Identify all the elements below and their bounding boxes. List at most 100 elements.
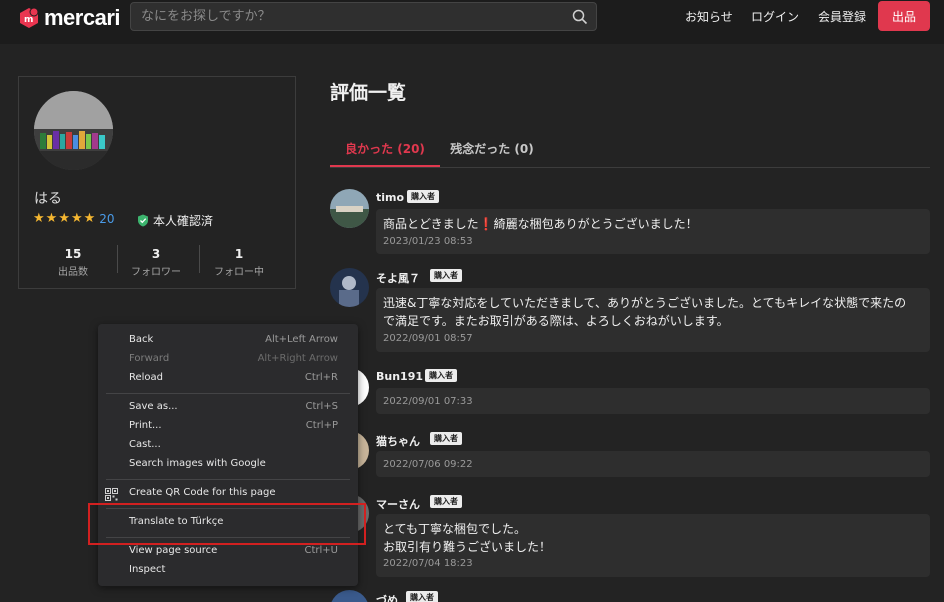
stat-divider (117, 245, 118, 273)
review-text: 商品とどきました❗綺麗な梱包ありがとうございました！ (383, 215, 923, 233)
review-text-line: お取引有り難うございました！ (383, 540, 552, 554)
review-text: とても丁寧な梱包でした。 お取引有り難うございました！ (383, 520, 923, 556)
reviewer-avatar[interactable] (330, 590, 369, 602)
menu-item-label: Back (129, 334, 154, 345)
search-icon[interactable] (572, 9, 588, 25)
review-text-line: 迅速&丁寧な対応をしていただきまして、ありがとうございました。とてもキレイな状態… (383, 296, 907, 310)
menu-separator (106, 537, 350, 538)
tab-good-reviews[interactable]: 良かった (20) (330, 132, 440, 167)
svg-text:m: m (24, 15, 33, 25)
menu-item-forward[interactable]: Forward Alt+Right Arrow (98, 351, 358, 370)
menu-item-create-qr[interactable]: Create QR Code for this page (98, 485, 358, 504)
menu-item-print[interactable]: Print... Ctrl+P (98, 418, 358, 437)
search-box[interactable] (130, 2, 597, 31)
menu-item-label: View page source (129, 545, 218, 556)
menu-item-save-as[interactable]: Save as... Ctrl+S (98, 399, 358, 418)
star-icon: ★ (33, 211, 45, 226)
review-date: 2023/01/23 08:53 (383, 236, 473, 247)
buyer-badge: 購入者 (406, 591, 438, 602)
reviewer-avatar[interactable] (330, 268, 369, 307)
review-bubble: 2022/07/06 09:22 (376, 451, 930, 477)
menu-item-shortcut: Ctrl+U (304, 545, 339, 556)
shop-name: はる (34, 191, 62, 207)
reviewer-name[interactable]: づめ (376, 592, 398, 602)
notifications-link[interactable]: お知らせ (685, 8, 733, 25)
review-item: そよ風７ 購入者 迅速&丁寧な対応をしていただきまして、ありがとうございました。… (330, 268, 930, 352)
sell-button[interactable]: 出品 (878, 1, 930, 31)
stat-following[interactable]: 1 フォロー中 (204, 247, 274, 278)
rating-count[interactable]: 20 (99, 212, 114, 226)
star-icon: ★ (83, 211, 96, 226)
reviewer-name[interactable]: timo (376, 191, 404, 204)
review-text: 迅速&丁寧な対応をしていただきまして、ありがとうございました。とてもキレイな状態… (383, 294, 923, 330)
review-text-part: 商品とどきました (383, 217, 479, 231)
review-bubble: 2022/09/01 07:33 (376, 388, 930, 414)
review-item: timo 購入者 商品とどきました❗綺麗な梱包ありがとうございました！ 2023… (330, 189, 930, 254)
tab-bad-reviews[interactable]: 残念だった (0) (442, 132, 542, 167)
menu-item-inspect[interactable]: Inspect (98, 562, 358, 581)
menu-item-label: Print... (129, 420, 162, 431)
reviewer-name[interactable]: マーさん (376, 496, 420, 512)
stat-listings[interactable]: 15 出品数 (38, 247, 108, 278)
mercari-logo[interactable]: m mercari (18, 5, 121, 30)
reviewer-name[interactable]: そよ風７ (376, 270, 420, 286)
buyer-badge: 購入者 (425, 369, 457, 382)
star-icon: ★ (45, 211, 58, 226)
menu-item-translate[interactable]: Translate to Türkçe (98, 514, 358, 533)
exclamation-mark: ❗ (478, 217, 494, 231)
review-tabs: 良かった (20) 残念だった (0) (330, 132, 930, 168)
menu-item-search-images[interactable]: Search images with Google (98, 456, 358, 475)
rating-stars[interactable]: ★ ★ ★ ★ ★ 20 (33, 211, 115, 226)
shield-check-icon (138, 214, 148, 227)
review-date: 2022/07/04 18:23 (383, 558, 473, 569)
login-link[interactable]: ログイン (751, 8, 799, 25)
menu-item-label: Reload (129, 372, 164, 383)
stat-label: 出品数 (58, 267, 88, 278)
review-date: 2022/09/01 07:33 (383, 396, 473, 407)
stat-value: 1 (234, 247, 244, 261)
menu-item-label: Cast... (129, 439, 161, 450)
stat-value: 15 (64, 247, 82, 261)
top-header: m mercari お知らせ ログイン 会員登録 出品 (0, 0, 944, 44)
stat-divider (199, 245, 200, 273)
logo-text: mercari (44, 5, 121, 30)
stat-label: フォロー中 (214, 267, 264, 278)
menu-item-shortcut: Ctrl+S (305, 401, 338, 412)
menu-item-view-source[interactable]: View page source Ctrl+U (98, 543, 358, 562)
search-input[interactable] (141, 3, 561, 30)
reviewer-name[interactable]: 猫ちゃん (376, 433, 420, 449)
reviewer-avatar[interactable] (330, 189, 369, 228)
buyer-badge: 購入者 (430, 269, 462, 282)
verified-badge: 本人確認済 (137, 212, 213, 229)
review-text-part: 綺麗な梱包ありがとうございました！ (493, 217, 698, 231)
qr-code-icon (105, 488, 118, 501)
buyer-badge: 購入者 (430, 432, 462, 445)
menu-item-label: Save as... (129, 401, 178, 412)
avatar[interactable] (34, 91, 113, 170)
reviewer-name[interactable]: Bun191 (376, 370, 423, 383)
menu-item-shortcut: Alt+Left Arrow (265, 334, 338, 345)
review-item: 猫ちゃん 購入者 2022/07/06 09:22 (330, 431, 930, 477)
menu-item-label: Search images with Google (129, 458, 266, 469)
buyer-badge: 購入者 (430, 495, 462, 508)
avatar-photo-icon (34, 91, 113, 170)
menu-separator (106, 393, 350, 394)
menu-item-label: Forward (129, 353, 170, 364)
menu-separator (106, 508, 350, 509)
menu-item-back[interactable]: Back Alt+Left Arrow (98, 332, 358, 351)
menu-item-cast[interactable]: Cast... (98, 437, 358, 456)
context-menu: Back Alt+Left Arrow Forward Alt+Right Ar… (98, 324, 358, 586)
menu-item-label: Inspect (129, 564, 166, 575)
register-link[interactable]: 会員登録 (818, 8, 866, 25)
reviewer-avatar-icon (330, 189, 369, 228)
review-bubble: 商品とどきました❗綺麗な梱包ありがとうございました！ 2023/01/23 08… (376, 209, 930, 254)
stat-followers[interactable]: 3 フォロワー (121, 247, 191, 278)
reviewer-avatar-icon (330, 268, 369, 307)
verified-label: 本人確認済 (153, 214, 214, 228)
stat-value: 3 (151, 247, 161, 261)
menu-separator (106, 479, 350, 480)
menu-item-reload[interactable]: Reload Ctrl+R (98, 370, 358, 389)
buyer-badge: 購入者 (407, 190, 439, 203)
review-item: づめ 購入者 (330, 590, 930, 602)
review-item: マーさん 購入者 とても丁寧な梱包でした。 お取引有り難うございました！ 202… (330, 494, 930, 578)
